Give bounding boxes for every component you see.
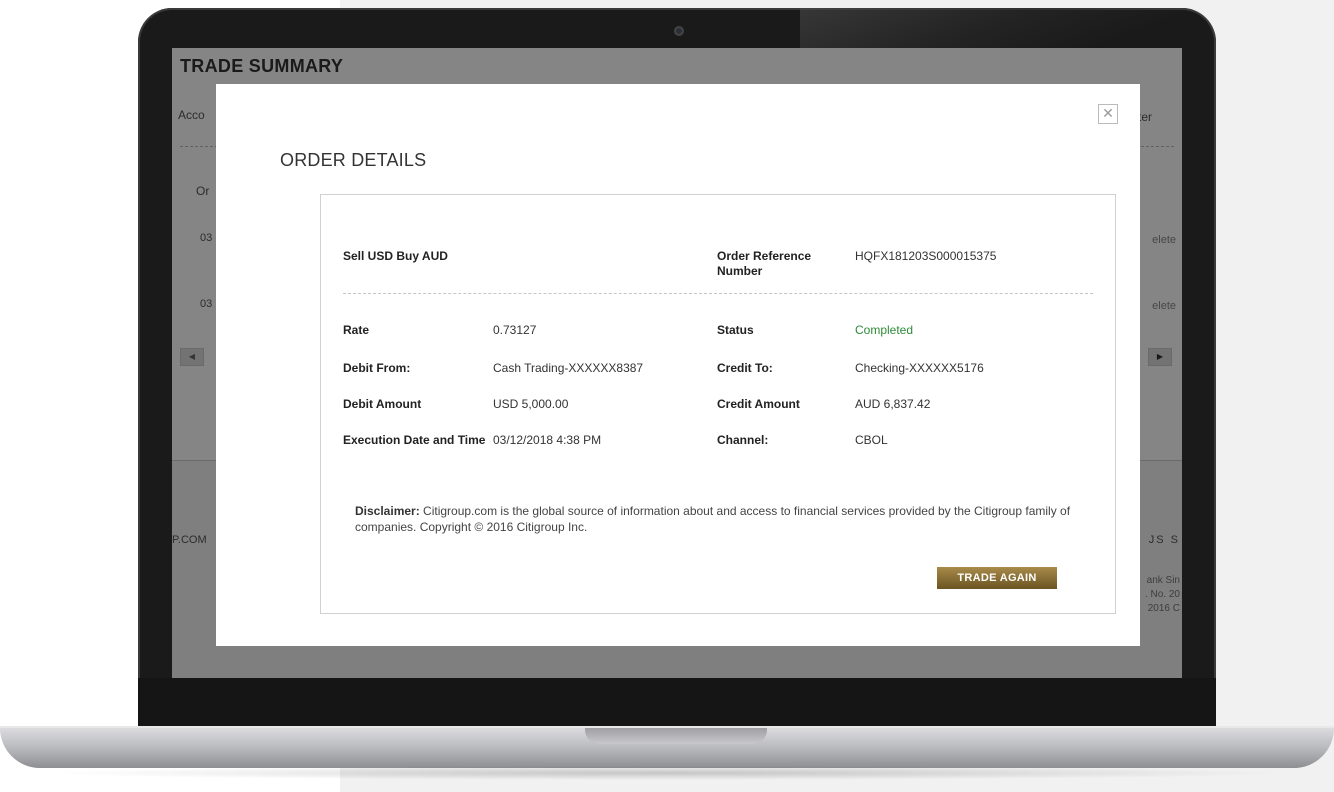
divider bbox=[343, 293, 1093, 294]
channel-label: Channel: bbox=[717, 433, 769, 447]
credit-to-label: Credit To: bbox=[717, 361, 773, 375]
disclaimer: Disclaimer: Citigroup.com is the global … bbox=[355, 503, 1075, 535]
debit-amount-label: Debit Amount bbox=[343, 397, 422, 411]
disclaimer-label: Disclaimer: bbox=[355, 504, 420, 518]
credit-amount-value: AUD 6,837.42 bbox=[855, 397, 931, 411]
rate-label: Rate bbox=[343, 323, 370, 337]
debit-from-value: Cash Trading-XXXXXX8387 bbox=[493, 361, 644, 375]
execution-value: 03/12/2018 4:38 PM bbox=[493, 433, 602, 447]
channel-value: CBOL bbox=[855, 433, 888, 447]
laptop-shadow bbox=[40, 766, 1294, 780]
disclaimer-text: Citigroup.com is the global source of in… bbox=[355, 504, 1071, 534]
credit-amount-label: Credit Amount bbox=[717, 397, 800, 411]
execution-label: Execution Date and Time bbox=[343, 433, 486, 447]
camera-icon bbox=[674, 26, 684, 36]
order-details-panel: Sell USD Buy AUD Order Reference Number … bbox=[320, 194, 1116, 614]
close-icon[interactable]: ✕ bbox=[1098, 104, 1118, 124]
laptop-notch bbox=[585, 728, 767, 744]
debit-amount-value: USD 5,000.00 bbox=[493, 397, 569, 411]
rate-value: 0.73127 bbox=[493, 323, 537, 337]
order-reference-value: HQFX181203S000015375 bbox=[855, 249, 997, 263]
laptop-screen: TRADE SUMMARY Acco ter Or 03 03 elete el… bbox=[172, 48, 1182, 678]
status-label: Status bbox=[717, 323, 754, 337]
status-value: Completed bbox=[855, 323, 914, 337]
debit-from-label: Debit From: bbox=[343, 361, 411, 375]
credit-to-value: Checking-XXXXXX5176 bbox=[855, 361, 984, 375]
modal-title: ORDER DETAILS bbox=[280, 150, 427, 170]
order-details-modal: ✕ ORDER DETAILS Sell USD Buy AUD Order R… bbox=[216, 84, 1140, 646]
trade-type: Sell USD Buy AUD bbox=[343, 249, 448, 263]
order-reference-label: Order Reference Number bbox=[717, 249, 812, 278]
trade-again-button[interactable]: TRADE AGAIN bbox=[937, 567, 1057, 589]
